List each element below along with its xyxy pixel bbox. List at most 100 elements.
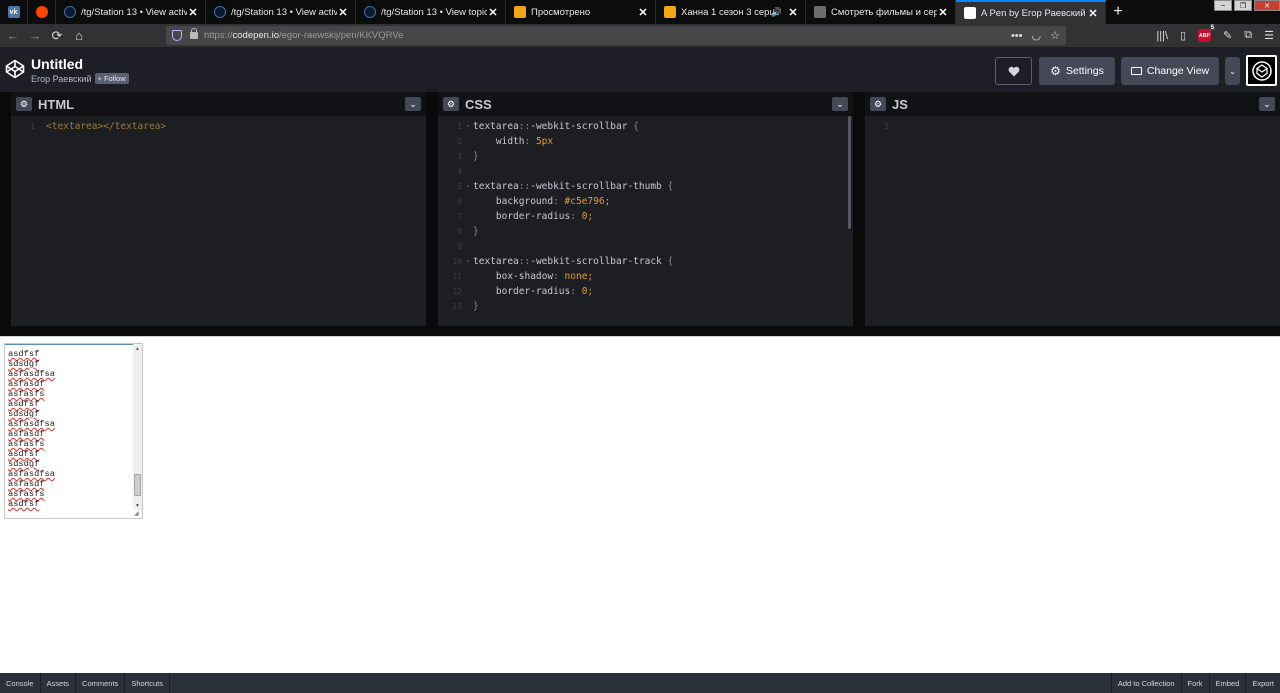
browser-tab[interactable]: Ханна 1 сезон 3 серия смотреть🔊 ✕: [656, 0, 806, 24]
menu-icon[interactable]: ☰: [1264, 29, 1274, 42]
code-line[interactable]: 7 border-radius: 0;: [438, 209, 853, 224]
code-line[interactable]: 5 ▾ textarea::-webkit-scrollbar-thumb {: [438, 179, 853, 194]
code-line[interactable]: 12 border-radius: 0;: [438, 284, 853, 299]
lock-icon[interactable]: [190, 28, 198, 39]
maximize-button[interactable]: ❐: [1234, 0, 1252, 11]
browser-tab[interactable]: /tg/Station 13 • View active topics✕: [206, 0, 356, 24]
minimize-button[interactable]: –: [1214, 0, 1232, 11]
textarea-line: asdfsf: [8, 499, 40, 509]
code-line[interactable]: 2 width: 5px: [438, 134, 853, 149]
home-button[interactable]: ⌂: [68, 26, 90, 46]
footer-shortcuts-button[interactable]: Shortcuts: [125, 673, 170, 693]
settings-button[interactable]: ⚙ Settings: [1039, 57, 1115, 85]
footer-add-to-collection-button[interactable]: Add to Collection: [1110, 673, 1181, 693]
close-tab-icon[interactable]: ✕: [187, 6, 199, 19]
js-editor[interactable]: ⚙ JS ⌄ 1: [865, 92, 1280, 326]
code-line[interactable]: 11 box-shadow: none;: [438, 269, 853, 284]
window-close-button[interactable]: ✕: [1254, 0, 1280, 11]
bookmark-star-icon[interactable]: ☆: [1050, 29, 1060, 42]
textarea-line: asfasfs: [8, 439, 45, 449]
preview-textarea[interactable]: asdfsf sdsdgf asfasdfsa asfasdf asfasfs asdfs…: [4, 343, 143, 519]
new-tab-button[interactable]: +: [1106, 0, 1130, 24]
code-line[interactable]: 9: [438, 239, 853, 254]
library-icon[interactable]: |||\: [1156, 30, 1168, 42]
footer-fork-button[interactable]: Fork: [1180, 673, 1209, 693]
pen-author: Егор Раевский + Follow: [31, 73, 129, 84]
user-avatar[interactable]: [1246, 55, 1277, 86]
js-settings-gear-icon[interactable]: ⚙: [870, 97, 886, 111]
fold-gutter: [466, 134, 473, 149]
extension-icon[interactable]: ✎: [1223, 29, 1232, 42]
code-line[interactable]: 1 <textarea></textarea>: [11, 119, 426, 134]
scrollbar-thumb[interactable]: [134, 474, 141, 496]
html-collapse-chevron-down-icon[interactable]: ⌄: [405, 97, 421, 111]
back-button[interactable]: ←: [2, 26, 24, 46]
close-tab-icon[interactable]: ✕: [337, 6, 349, 19]
close-tab-icon[interactable]: ✕: [487, 6, 499, 19]
pocket-icon[interactable]: ◡: [1032, 29, 1042, 42]
html-settings-gear-icon[interactable]: ⚙: [16, 97, 32, 111]
footer-assets-button[interactable]: Assets: [41, 673, 77, 693]
textarea-line: asdfsf: [8, 399, 40, 409]
reload-button[interactable]: ⟳: [46, 26, 68, 46]
change-view-button[interactable]: Change View: [1121, 57, 1219, 85]
pinned-tab-vk[interactable]: vk: [0, 0, 28, 24]
js-collapse-chevron-down-icon[interactable]: ⌄: [1259, 97, 1275, 111]
browser-tab[interactable]: /tg/Station 13 • View topic - [Bug]✕: [356, 0, 506, 24]
css-code-area[interactable]: 1 ▾ textarea::-webkit-scrollbar {2 width: …: [438, 116, 853, 314]
code-line[interactable]: 10 ▾ textarea::-webkit-scrollbar-track {: [438, 254, 853, 269]
code-line[interactable]: 6 background: #c5e796;: [438, 194, 853, 209]
code-line[interactable]: 3}: [438, 149, 853, 164]
forward-button[interactable]: →: [24, 26, 46, 46]
footer-comments-button[interactable]: Comments: [76, 673, 126, 693]
codepen-logo-icon[interactable]: [5, 59, 25, 79]
extensions-menu-icon[interactable]: ⧉: [1244, 29, 1252, 42]
scroll-down-arrow-icon[interactable]: ▼: [133, 501, 142, 510]
follow-button[interactable]: + Follow: [94, 73, 129, 84]
footer-console-button[interactable]: Console: [0, 673, 41, 693]
view-dropdown-button[interactable]: ⌄: [1225, 57, 1240, 85]
pen-title[interactable]: Untitled: [31, 56, 83, 72]
code-line[interactable]: 8}: [438, 224, 853, 239]
js-code-area[interactable]: 1: [865, 116, 1280, 134]
resize-grip-icon[interactable]: ◢: [134, 510, 141, 517]
page-actions-icon[interactable]: •••: [1011, 30, 1023, 42]
preview-resize-divider[interactable]: [0, 336, 1280, 337]
scroll-up-arrow-icon[interactable]: ▲: [133, 344, 142, 353]
footer-embed-button[interactable]: Embed: [1208, 673, 1246, 693]
pinned-tab-reddit[interactable]: [28, 0, 56, 24]
close-tab-icon[interactable]: ✕: [1087, 7, 1099, 20]
code-line[interactable]: 4: [438, 164, 853, 179]
html-editor[interactable]: ⚙ HTML ⌄ 1 <textarea></textarea>: [11, 92, 426, 326]
love-button[interactable]: [995, 57, 1032, 85]
footer-export-button[interactable]: Export: [1245, 673, 1280, 693]
fold-arrow-icon[interactable]: ▾: [466, 254, 473, 269]
close-tab-icon[interactable]: ✕: [787, 6, 799, 19]
code-line[interactable]: 13}: [438, 299, 853, 314]
css-editor-scrollbar[interactable]: [848, 116, 851, 229]
sidebar-icon[interactable]: ▯: [1180, 29, 1186, 42]
url-text[interactable]: https://codepen.io/egor-raewskij/pen/KKV…: [204, 30, 403, 41]
close-tab-icon[interactable]: ✕: [937, 6, 949, 19]
browser-tab[interactable]: A Pen by Егор Раевский ✕: [956, 0, 1106, 24]
url-bar[interactable]: https://codepen.io/egor-raewskij/pen/KKV…: [166, 26, 1066, 45]
textarea-scrollbar[interactable]: ▲ ▼: [133, 344, 142, 510]
fold-arrow-icon[interactable]: ▾: [466, 179, 473, 194]
html-code-area[interactable]: 1 <textarea></textarea>: [11, 116, 426, 134]
fold-arrow-icon[interactable]: ▾: [466, 119, 473, 134]
browser-tab[interactable]: /tg/Station 13 • View active topics✕: [56, 0, 206, 24]
css-settings-gear-icon[interactable]: ⚙: [443, 97, 459, 111]
tracking-shield-icon[interactable]: [172, 30, 182, 41]
textarea-content[interactable]: asdfsf sdsdgf asfasdfsa asfasdf asfasfs asdfs…: [8, 349, 55, 509]
code-line[interactable]: 1 ▾ textarea::-webkit-scrollbar {: [438, 119, 853, 134]
browser-tab[interactable]: Смотреть фильмы и сериалы✕: [806, 0, 956, 24]
adblock-icon[interactable]: ABP 5: [1198, 25, 1216, 42]
speaker-icon[interactable]: 🔊: [771, 7, 782, 18]
textarea-line: asfasdfsa: [8, 419, 55, 429]
code-line[interactable]: 1: [865, 119, 1280, 134]
css-editor[interactable]: ⚙ CSS ⌄ 1 ▾ textarea::-webkit-scrollbar {2…: [438, 92, 853, 326]
browser-tab[interactable]: Просмотрено ✕: [506, 0, 656, 24]
author-name[interactable]: Егор Раевский: [31, 74, 92, 84]
close-tab-icon[interactable]: ✕: [637, 6, 649, 19]
css-collapse-chevron-down-icon[interactable]: ⌄: [832, 97, 848, 111]
